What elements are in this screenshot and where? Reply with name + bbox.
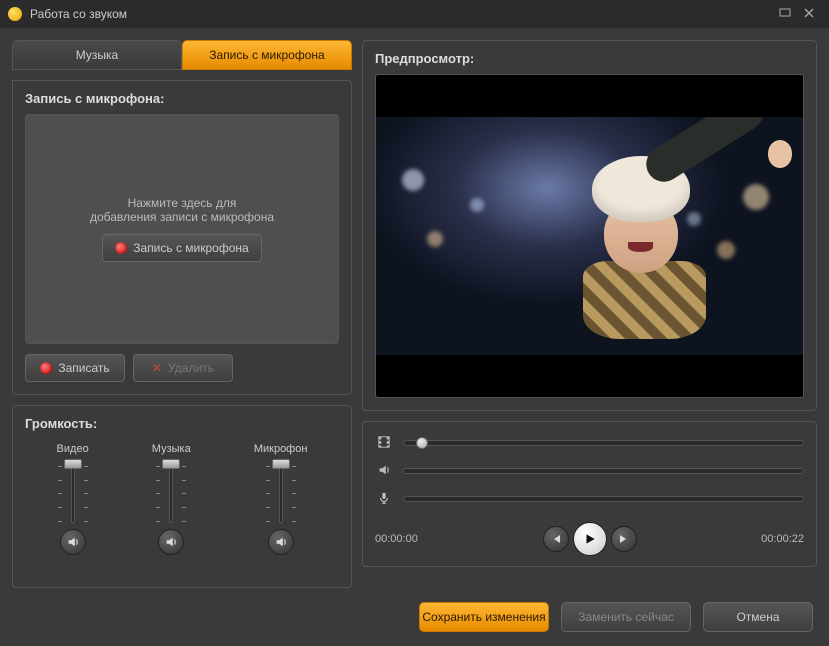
window-title: Работа со звуком xyxy=(30,7,127,21)
time-total: 00:00:22 xyxy=(761,533,804,545)
footer: Сохранить изменения Заменить сейчас Отме… xyxy=(0,588,829,646)
mute-video-button[interactable] xyxy=(60,529,86,555)
volume-panel: Громкость: Видео xyxy=(12,405,352,588)
source-tabs: Музыка Запись с микрофона xyxy=(12,40,352,70)
volume-video-label: Видео xyxy=(57,443,89,455)
prev-button[interactable] xyxy=(543,526,569,552)
video-preview[interactable] xyxy=(375,74,804,398)
record-icon xyxy=(115,242,127,254)
volume-mic: Микрофон xyxy=(254,443,308,555)
volume-video-slider[interactable] xyxy=(58,461,88,523)
volume-title: Громкость: xyxy=(25,416,339,431)
save-button[interactable]: Сохранить изменения xyxy=(419,602,549,632)
record-from-mic-button[interactable]: Запись с микрофона xyxy=(102,234,261,262)
close-button[interactable] xyxy=(797,7,821,21)
volume-music-slider[interactable] xyxy=(156,461,186,523)
volume-music-label: Музыка xyxy=(152,443,191,455)
mute-music-button[interactable] xyxy=(158,529,184,555)
mic-seek-slider[interactable] xyxy=(403,496,804,502)
titlebar: Работа со звуком xyxy=(0,0,829,28)
preview-title: Предпросмотр: xyxy=(375,51,804,66)
film-icon xyxy=(375,435,393,452)
record-button[interactable]: Записать xyxy=(25,354,125,382)
record-icon xyxy=(40,362,52,374)
tab-music[interactable]: Музыка xyxy=(12,40,182,70)
cancel-button[interactable]: Отмена xyxy=(703,602,813,632)
replace-now-button[interactable]: Заменить сейчас xyxy=(561,602,691,632)
mic-icon xyxy=(375,491,393,508)
minimize-button[interactable] xyxy=(773,7,797,22)
play-button[interactable] xyxy=(573,522,607,556)
volume-mic-slider[interactable] xyxy=(266,461,296,523)
music-seek-slider[interactable] xyxy=(403,468,804,474)
record-hint: Нажмите здесь для добавления записи с ми… xyxy=(90,196,274,224)
mic-record-panel: Запись с микрофона: Нажмите здесь для до… xyxy=(12,80,352,395)
app-icon xyxy=(8,7,22,21)
time-current: 00:00:00 xyxy=(375,533,418,545)
next-button[interactable] xyxy=(611,526,637,552)
mute-mic-button[interactable] xyxy=(268,529,294,555)
tab-microphone[interactable]: Запись с микрофона xyxy=(182,40,352,70)
mic-panel-title: Запись с микрофона: xyxy=(25,91,339,106)
delete-icon: ✕ xyxy=(152,361,162,375)
video-seek-slider[interactable] xyxy=(403,440,804,446)
speaker-icon xyxy=(375,463,393,480)
volume-video: Видео xyxy=(57,443,89,555)
preview-frame xyxy=(376,117,803,355)
delete-button[interactable]: ✕ Удалить xyxy=(133,354,233,382)
record-dropzone[interactable]: Нажмите здесь для добавления записи с ми… xyxy=(25,114,339,344)
volume-music: Музыка xyxy=(152,443,191,555)
audio-editor-window: Работа со звуком Музыка Запись с микрофо… xyxy=(0,0,829,646)
volume-mic-label: Микрофон xyxy=(254,443,308,455)
preview-panel: Предпросмотр: xyxy=(362,40,817,411)
timeline-panel: 00:00:00 00:00:22 xyxy=(362,421,817,567)
